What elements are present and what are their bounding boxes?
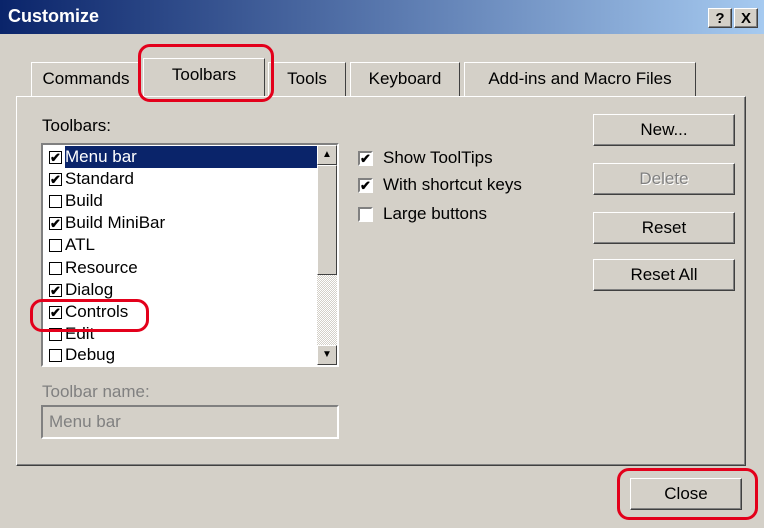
option-large-buttons[interactable]: Large buttons: [358, 204, 487, 224]
list-item-label: Build MiniBar: [65, 213, 166, 232]
list-item-build[interactable]: Build: [49, 190, 103, 212]
list-item-menu-bar[interactable]: ✔ Menu bar: [49, 146, 317, 168]
delete-button[interactable]: Delete: [593, 163, 735, 195]
list-item-resource[interactable]: Resource: [49, 257, 138, 279]
toolbar-name-label: Toolbar name:: [42, 382, 150, 401]
reset-all-button[interactable]: Reset All: [593, 259, 735, 291]
list-item-build-minibar[interactable]: ✔ Build MiniBar: [49, 212, 165, 234]
list-item-label: Standard: [65, 169, 134, 188]
list-item-controls[interactable]: ✔ Controls: [49, 301, 128, 323]
scroll-down-button[interactable]: ▼: [317, 345, 337, 365]
list-item-dialog[interactable]: ✔ Dialog: [49, 279, 113, 301]
toolbar-name-field[interactable]: Menu bar: [41, 405, 339, 439]
list-item-label: Resource: [65, 258, 138, 277]
toolbars-list[interactable]: ✔ Menu bar ✔ Standard Build ✔ Build MiniBar…: [41, 143, 339, 367]
scroll-thumb[interactable]: [317, 165, 337, 275]
list-item-label: Build: [65, 191, 103, 210]
tab-toolbars-label: Toolbars: [171, 65, 237, 84]
list-item-label: Edit: [65, 324, 95, 343]
tab-tools-label: Tools: [287, 69, 327, 88]
option-label: With shortcut keys: [383, 175, 522, 194]
tab-toolbars[interactable]: Toolbars: [143, 58, 265, 96]
scroll-up-button[interactable]: ▲: [317, 145, 337, 165]
checkbox[interactable]: [49, 327, 62, 341]
list-item-edit[interactable]: Edit: [49, 323, 94, 345]
list-item-label: Menu bar: [65, 146, 317, 168]
reset-button[interactable]: Reset: [593, 212, 735, 244]
list-item-label: Debug: [65, 345, 116, 364]
checkbox[interactable]: ✔: [49, 283, 62, 297]
checkbox[interactable]: [49, 194, 62, 208]
tab-commands[interactable]: Commands: [31, 62, 141, 96]
close-button[interactable]: Close: [630, 478, 742, 510]
checkbox[interactable]: [49, 261, 62, 275]
tab-tools[interactable]: Tools: [268, 62, 346, 96]
new-button[interactable]: New...: [593, 114, 735, 146]
option-with-shortcut-keys[interactable]: ✔ With shortcut keys: [358, 175, 522, 195]
option-label: Show ToolTips: [383, 148, 493, 167]
window-title: Customize: [8, 6, 100, 26]
list-item-standard[interactable]: ✔ Standard: [49, 168, 134, 190]
tab-keyboard[interactable]: Keyboard: [350, 62, 460, 96]
list-item-debug[interactable]: Debug: [49, 344, 116, 365]
checkbox[interactable]: ✔: [49, 172, 62, 186]
checkbox[interactable]: ✔: [358, 177, 373, 193]
checkbox[interactable]: [49, 348, 62, 362]
checkbox[interactable]: [49, 238, 62, 252]
close-icon: X: [740, 10, 751, 27]
arrow-down-icon: ▼: [322, 349, 332, 360]
list-item-label: Dialog: [65, 280, 114, 299]
option-show-tooltips[interactable]: ✔ Show ToolTips: [358, 148, 493, 168]
list-item-atl[interactable]: ATL: [49, 234, 95, 256]
help-button[interactable]: ?: [708, 8, 732, 28]
tab-commands-label: Commands: [42, 69, 130, 88]
title-bar[interactable]: Customize ? X: [0, 0, 764, 34]
list-scrollbar[interactable]: ▲ ▼: [317, 145, 337, 365]
tab-addins-label: Add-ins and Macro Files: [488, 69, 672, 88]
list-item-label: Controls: [65, 302, 129, 321]
checkbox[interactable]: ✔: [49, 150, 62, 164]
close-window-button[interactable]: X: [734, 8, 758, 28]
checkbox[interactable]: [358, 206, 373, 222]
tab-keyboard-label: Keyboard: [368, 69, 442, 88]
list-item-label: ATL: [65, 235, 95, 254]
checkbox[interactable]: ✔: [49, 216, 62, 230]
tab-addins-macro-files[interactable]: Add-ins and Macro Files: [464, 62, 696, 96]
checkbox[interactable]: ✔: [49, 305, 62, 319]
checkbox[interactable]: ✔: [358, 150, 373, 166]
toolbars-label: Toolbars:: [42, 116, 111, 135]
option-label: Large buttons: [383, 204, 487, 223]
arrow-up-icon: ▲: [322, 149, 332, 160]
help-icon: ?: [715, 10, 725, 27]
